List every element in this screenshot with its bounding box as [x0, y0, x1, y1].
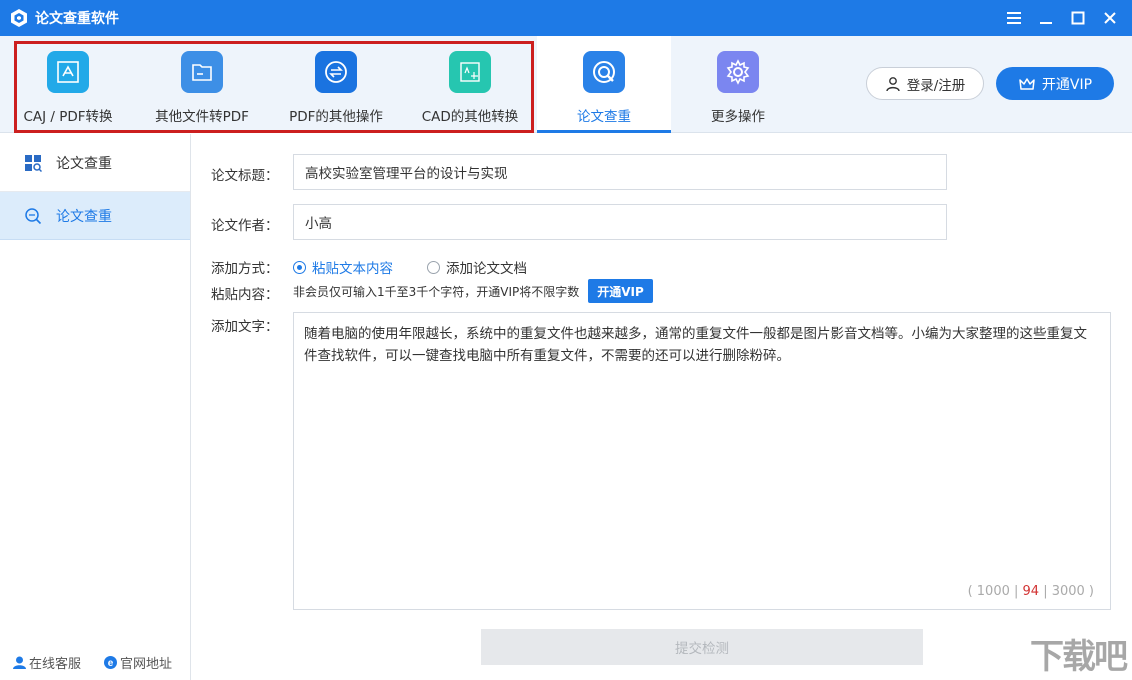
- search-icon: [25, 207, 42, 224]
- counter-max: | 3000 ): [1039, 584, 1094, 599]
- tool-label: 更多操作: [711, 109, 765, 125]
- watermark: 下载吧: [1030, 637, 1128, 677]
- user-icon: [886, 76, 900, 91]
- crown-icon: [1019, 77, 1035, 90]
- text-label: 添加文字：: [211, 319, 279, 335]
- login-button[interactable]: 登录/注册: [866, 67, 984, 100]
- tool-more-operations[interactable]: 更多操作: [684, 36, 792, 133]
- paper-text-content: 随着电脑的使用年限越长，系统中的重复文件也越来越多，通常的重复文件一般都是图片影…: [304, 326, 1087, 364]
- submit-check-button[interactable]: 提交检测: [481, 629, 923, 665]
- tool-label: CAJ / PDF转换: [23, 109, 113, 125]
- radio-dot: [427, 260, 440, 274]
- support-icon: [13, 656, 26, 669]
- official-site-link[interactable]: e 官网地址: [103, 653, 172, 672]
- sidebar-footer: 在线客服 e 官网地址: [0, 653, 191, 672]
- tool-label: PDF的其他操作: [289, 109, 383, 125]
- sidebar-item-label: 论文查重: [56, 208, 112, 225]
- close-icon[interactable]: [1098, 6, 1122, 30]
- tool-label: 其他文件转PDF: [155, 109, 249, 125]
- tool-label: CAD的其他转换: [421, 109, 519, 125]
- radio-paste-text[interactable]: 粘贴文本内容: [293, 257, 393, 277]
- vip-button[interactable]: 开通VIP: [996, 67, 1114, 100]
- radio-doc-label: 添加论文文档: [446, 261, 527, 277]
- tool-label: 论文查重: [577, 109, 631, 125]
- paper-author-input[interactable]: 小高: [293, 204, 947, 240]
- paper-text-area[interactable]: 随着电脑的使用年限越长，系统中的重复文件也越来越多，通常的重复文件一般都是图片影…: [293, 312, 1111, 610]
- app-title: 论文查重软件: [35, 11, 119, 27]
- paper-title-input[interactable]: 高校实验室管理平台的设计与实现: [293, 154, 947, 190]
- official-site-label: 官网地址: [120, 657, 173, 672]
- title-label: 论文标题：: [211, 168, 279, 184]
- author-label: 论文作者：: [211, 218, 279, 234]
- folder-icon: [181, 51, 223, 93]
- search-ring-icon: [583, 51, 625, 93]
- open-vip-small-button[interactable]: 开通VIP: [588, 279, 653, 303]
- sidebar: 论文查重 论文查重 在线客服 e 官网地址: [0, 134, 191, 680]
- sidebar-header: 论文查重: [0, 134, 190, 192]
- sidebar-header-label: 论文查重: [56, 155, 112, 172]
- minimize-icon[interactable]: [1034, 6, 1058, 30]
- gear-icon: [717, 51, 759, 93]
- menu-icon[interactable]: [1002, 6, 1026, 30]
- window-controls: [1002, 0, 1122, 36]
- tool-pdf-operations[interactable]: PDF的其他操作: [282, 36, 390, 133]
- tool-paper-check[interactable]: 论文查重: [537, 36, 671, 133]
- online-service-link[interactable]: 在线客服: [12, 653, 81, 672]
- tool-cad-convert[interactable]: CAD的其他转换: [414, 36, 526, 133]
- counter-min: ( 1000 |: [967, 584, 1023, 599]
- radio-paste-label: 粘贴文本内容: [312, 261, 393, 277]
- online-service-label: 在线客服: [29, 657, 82, 672]
- cad-icon: [449, 51, 491, 93]
- char-counter: ( 1000 | 94 | 3000 ): [968, 581, 1094, 603]
- grid-search-icon: [25, 154, 42, 172]
- title-bar: 论文查重软件: [0, 0, 1132, 36]
- paste-hint: 非会员仅可输入1千至3千个字符，开通VIP将不限字数: [293, 285, 580, 299]
- paste-label: 粘贴内容：: [211, 287, 279, 303]
- tool-caj-pdf-convert[interactable]: CAJ / PDF转换: [16, 36, 120, 133]
- method-label: 添加方式：: [211, 261, 279, 277]
- login-label: 登录/注册: [906, 77, 966, 94]
- radio-add-document[interactable]: 添加论文文档: [427, 257, 527, 277]
- sidebar-item-paper-check[interactable]: 论文查重: [0, 192, 190, 240]
- pdf-convert-icon: [47, 51, 89, 93]
- app-logo-icon: [9, 8, 29, 28]
- vip-label: 开通VIP: [1041, 76, 1093, 93]
- svg-text:e: e: [108, 658, 114, 669]
- tool-file-to-pdf[interactable]: 其他文件转PDF: [148, 36, 256, 133]
- swap-icon: [315, 51, 357, 93]
- maximize-icon[interactable]: [1066, 6, 1090, 30]
- radio-dot: [293, 260, 306, 274]
- browser-e-icon: e: [104, 656, 118, 669]
- counter-current: 94: [1022, 584, 1040, 599]
